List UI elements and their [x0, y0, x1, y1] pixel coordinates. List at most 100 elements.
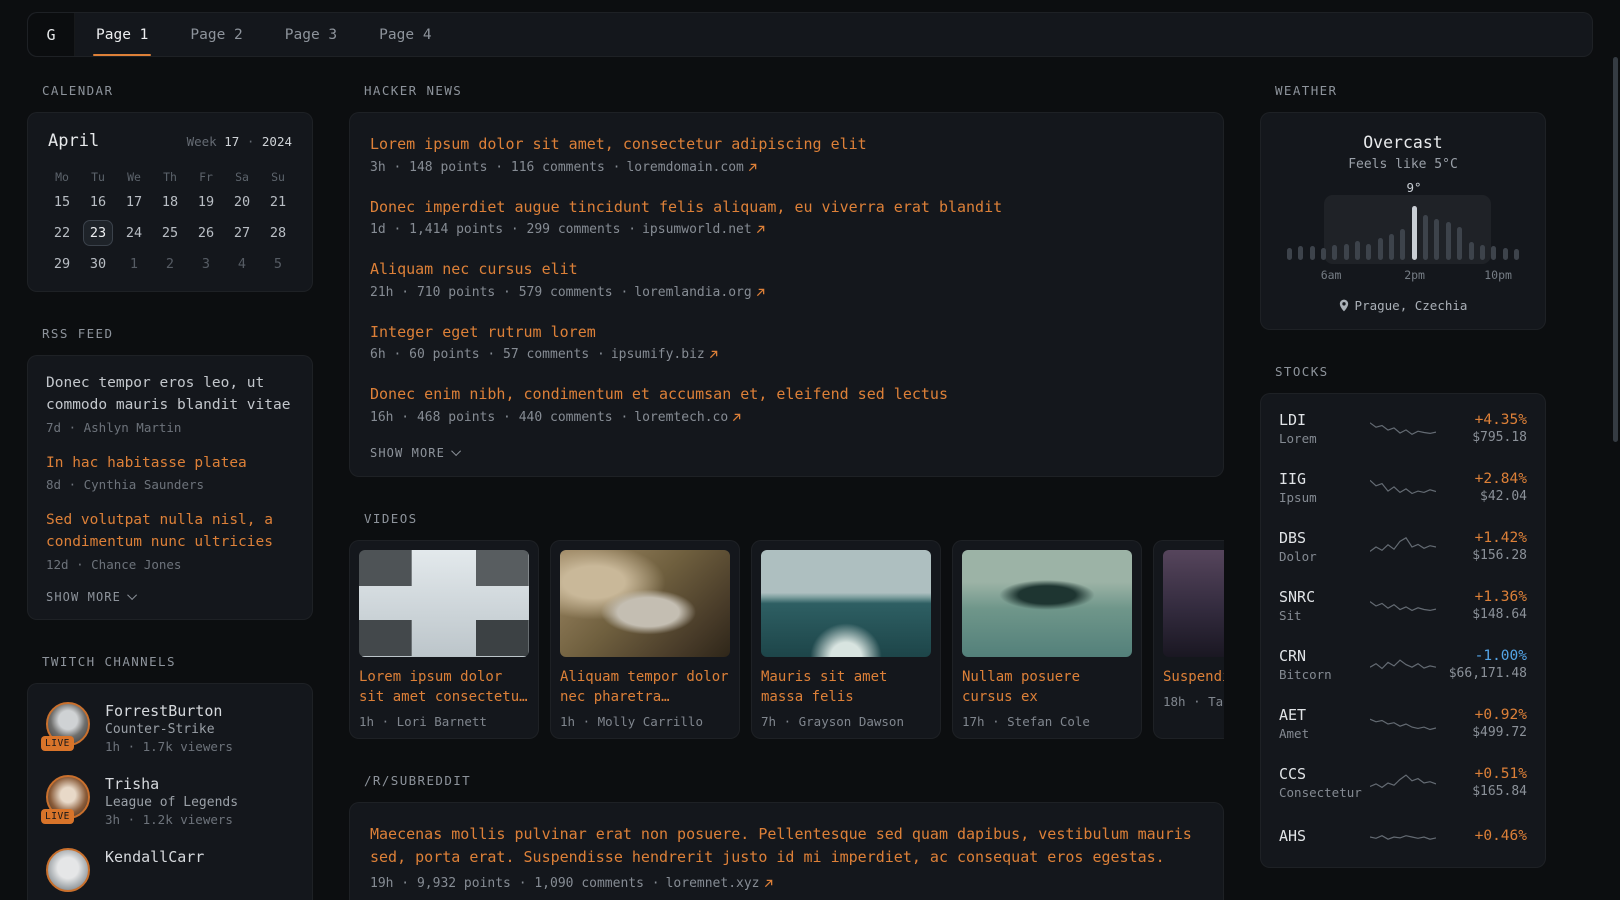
twitch-channel-row[interactable]: KendallCarr — [46, 848, 294, 892]
calendar-day[interactable]: 21 — [263, 189, 293, 215]
stock-symbol: AET — [1279, 706, 1370, 724]
hn-item-title[interactable]: Aliquam nec cursus elit — [370, 258, 1203, 281]
calendar-day[interactable]: 1 — [119, 251, 149, 277]
rss-show-more-button[interactable]: SHOW MORE — [46, 590, 294, 604]
calendar-day[interactable]: 4 — [227, 251, 257, 277]
calendar-day[interactable]: 15 — [47, 189, 77, 215]
video-title[interactable]: Suspendisse diam — [1163, 667, 1224, 687]
twitch-channel-meta: 1h · 1.7k viewers — [105, 739, 233, 754]
weather-location: Prague, Czechia — [1355, 298, 1468, 313]
video-meta: 1h · Lori Barnett — [359, 714, 529, 729]
weather-hour-bar — [1332, 245, 1337, 260]
video-card[interactable]: Mauris sit amet massa felis 7h · Grayson… — [751, 540, 941, 740]
calendar-day[interactable]: 16 — [83, 189, 113, 215]
hn-item-domain: loremtech.co — [634, 410, 728, 425]
calendar-day[interactable]: 24 — [119, 220, 149, 246]
hn-item-title[interactable]: Integer eget rutrum lorem — [370, 321, 1203, 344]
stock-row[interactable]: CRN Bitcorn -1.00% $66,171.48 — [1261, 635, 1545, 694]
calendar-day[interactable]: 28 — [263, 220, 293, 246]
calendar-day[interactable]: 18 — [155, 189, 185, 215]
subreddit-domain: loremnet.xyz — [666, 876, 760, 891]
stock-sparkline — [1370, 770, 1436, 796]
stock-row[interactable]: IIG Ipsum +2.84% $42.04 — [1261, 458, 1545, 517]
video-title[interactable]: Nullam posuere cursus ex — [962, 667, 1132, 708]
stock-name: Amet — [1279, 726, 1370, 741]
calendar-card: April Week 17 · 2024 MoTuWeThFrSaSu 1516… — [27, 112, 313, 292]
rss-item-title[interactable]: Donec tempor eros leo, ut commodo mauris… — [46, 373, 294, 417]
calendar-day-selected[interactable]: 23 — [83, 220, 113, 246]
video-card[interactable]: Lorem ipsum dolor sit amet consectetu… 1… — [349, 540, 539, 740]
hn-item-title[interactable]: Donec enim nibh, condimentum et accumsan… — [370, 383, 1203, 406]
weather-hour-bar — [1514, 249, 1519, 260]
calendar-day[interactable]: 2 — [155, 251, 185, 277]
stock-values: +0.51% $165.84 — [1436, 766, 1527, 799]
video-card[interactable]: Nullam posuere cursus ex 17h · Stefan Co… — [952, 540, 1142, 740]
video-title[interactable]: Aliquam tempor dolor nec pharetra… — [560, 667, 730, 708]
stock-row[interactable]: DBS Dolor +1.42% $156.28 — [1261, 517, 1545, 576]
calendar-day[interactable]: 20 — [227, 189, 257, 215]
hn-item: Donec imperdiet augue tincidunt felis al… — [370, 196, 1203, 238]
weather-hour-bar — [1366, 244, 1371, 260]
hn-item-domain-link[interactable]: loremlandia.org — [634, 285, 764, 300]
calendar-day[interactable]: 17 — [119, 189, 149, 215]
twitch-channel-row[interactable]: LIVE Trisha League of Legends 3h · 1.2k … — [46, 775, 294, 827]
hn-item-domain-link[interactable]: ipsumify.biz — [611, 347, 718, 362]
calendar-day[interactable]: 30 — [83, 251, 113, 277]
tab-page-4[interactable]: Page 4 — [358, 13, 452, 56]
hn-item-title[interactable]: Donec imperdiet augue tincidunt felis al… — [370, 196, 1203, 219]
calendar-day[interactable]: 5 — [263, 251, 293, 277]
weather-hour-bar — [1446, 222, 1451, 260]
rss-item-title[interactable]: Sed volutpat nulla nisl, a condimentum n… — [46, 510, 294, 554]
twitch-channel-name: ForrestBurton — [105, 702, 233, 720]
calendar-day[interactable]: 19 — [191, 189, 221, 215]
calendar-day[interactable]: 25 — [155, 220, 185, 246]
stock-row[interactable]: CCS Consectetur +0.51% $165.84 — [1261, 753, 1545, 812]
weather-section-title: WEATHER — [1275, 83, 1531, 98]
twitch-channel-row[interactable]: LIVE ForrestBurton Counter-Strike 1h · 1… — [46, 702, 294, 754]
hn-item-title[interactable]: Lorem ipsum dolor sit amet, consectetur … — [370, 133, 1203, 156]
twitch-channel-info: KendallCarr — [105, 848, 204, 892]
calendar-day[interactable]: 29 — [47, 251, 77, 277]
calendar-week-info: Week 17 · 2024 — [187, 134, 292, 149]
stock-row[interactable]: AHS +0.46% — [1261, 812, 1545, 862]
stock-name: Dolor — [1279, 549, 1370, 564]
tab-page-2[interactable]: Page 2 — [169, 13, 263, 56]
hn-show-more-button[interactable]: SHOW MORE — [370, 446, 1203, 460]
rss-item-title[interactable]: In hac habitasse platea — [46, 453, 294, 475]
calendar-day[interactable]: 22 — [47, 220, 77, 246]
video-meta: 1h · Molly Carrillo — [560, 714, 730, 729]
scrollbar-thumb[interactable] — [1613, 57, 1618, 442]
app-logo[interactable]: G — [28, 13, 75, 56]
subreddit-domain-link[interactable]: loremnet.xyz — [666, 876, 773, 891]
subreddit-post-title[interactable]: Maecenas mollis pulvinar erat non posuer… — [370, 823, 1203, 870]
weather-hour-bar — [1389, 234, 1394, 260]
video-card[interactable]: Suspendisse diam 18h · Tara — [1153, 540, 1224, 740]
weather-card: Overcast Feels like 5°C 9° 6am2pm10pm Pr… — [1260, 112, 1546, 330]
scrollbar[interactable] — [1613, 57, 1618, 897]
videos-row: Lorem ipsum dolor sit amet consectetu… 1… — [349, 540, 1224, 740]
calendar-day[interactable]: 27 — [227, 220, 257, 246]
calendar-day[interactable]: 3 — [191, 251, 221, 277]
weather-hour-bar — [1469, 242, 1474, 260]
stock-row[interactable]: SNRC Sit +1.36% $148.64 — [1261, 576, 1545, 635]
stock-row[interactable]: AET Amet +0.92% $499.72 — [1261, 694, 1545, 753]
tab-page-1[interactable]: Page 1 — [75, 13, 169, 56]
stock-change: +4.35% — [1436, 412, 1527, 428]
calendar-weekday: Tu — [91, 165, 105, 189]
stocks-card: LDI Lorem +4.35% $795.18 IIG Ipsum — [1260, 393, 1546, 868]
subreddit-post-meta: 19h · 9,932 points · 1,090 comments · lo… — [370, 876, 1203, 891]
subreddit-section-title: /R/SUBREDDIT — [364, 773, 1209, 788]
hn-item-domain-link[interactable]: ipsumworld.net — [642, 222, 765, 237]
stock-row[interactable]: LDI Lorem +4.35% $795.18 — [1261, 399, 1545, 458]
hn-item-domain-link[interactable]: loremdomain.com — [626, 160, 756, 175]
hn-item-domain-link[interactable]: loremtech.co — [634, 410, 741, 425]
calendar-day[interactable]: 26 — [191, 220, 221, 246]
stock-info: CRN Bitcorn — [1279, 647, 1370, 682]
video-title[interactable]: Mauris sit amet massa felis — [761, 667, 931, 708]
video-title[interactable]: Lorem ipsum dolor sit amet consectetu… — [359, 667, 529, 708]
stock-change: +2.84% — [1436, 471, 1527, 487]
tab-page-3[interactable]: Page 3 — [264, 13, 358, 56]
twitch-section-title: TWITCH CHANNELS — [42, 654, 298, 669]
weather-hour-bar — [1412, 206, 1417, 260]
video-card[interactable]: Aliquam tempor dolor nec pharetra… 1h · … — [550, 540, 740, 740]
